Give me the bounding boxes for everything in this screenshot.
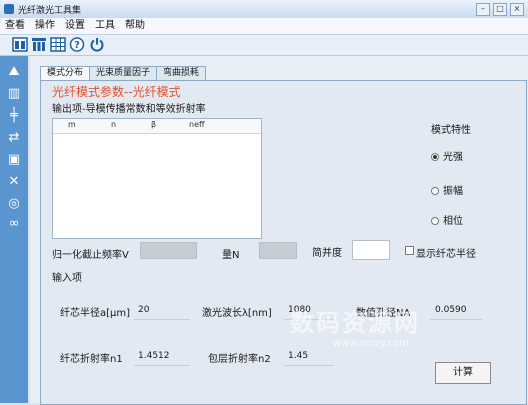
n1-input[interactable]: 1.4512 [138,351,170,361]
menu-tools[interactable]: 工具 [90,18,120,34]
section-subtitle: 输出项-导模传播常数和等效折射率 [52,104,206,115]
na-value: 0.0590 [435,305,467,315]
n2-label: 包层折射率n2 [208,354,271,365]
wavelength-label: 激光波长λ[nm] [202,308,272,319]
target-icon[interactable]: ◎ [5,196,23,212]
panel-icon[interactable] [12,37,28,52]
minimize-button[interactable]: – [476,3,490,16]
watermark-text: 数码资源网 [290,309,420,337]
cylinder-icon[interactable]: ▣ [5,152,23,168]
menu-help[interactable]: 帮助 [120,18,150,34]
radio-phase[interactable]: 相位 [431,212,463,227]
n-label: 量N [222,250,240,261]
mode-table[interactable]: m n β neff [52,118,262,239]
group-title: 模式特性 [431,125,471,136]
menu-operate[interactable]: 操作 [30,18,60,34]
arrows-icon[interactable]: ⇄ [5,130,23,146]
window-controls: – □ × [476,3,524,16]
core-radius-underline [134,319,190,320]
help-icon[interactable]: ? [69,37,85,52]
link-icon[interactable]: ∞ [5,216,23,232]
mountain-icon[interactable]: ⛰ [5,64,23,80]
tab-strip: 模式分布 光束质量因子 弯曲损耗 [40,66,207,82]
main-panel: 模式分布 光束质量因子 弯曲损耗 光纤模式参数--光纤模式 输出项-导模传播常数… [30,56,528,405]
maximize-button[interactable]: □ [493,3,507,16]
menu-view[interactable]: 查看 [0,18,30,34]
show-core-checkbox[interactable] [405,246,414,255]
v-value-field [140,242,197,259]
columns-icon[interactable] [31,37,47,52]
title-bar: 光纤激光工具集 – □ × [0,0,528,19]
left-icon-bar: ⛰ ▥ ╪ ⇄ ▣ ✕ ◎ ∞ [0,56,28,403]
help-glyph: ? [74,40,80,51]
n2-input[interactable]: 1.45 [288,351,308,361]
section-title: 光纤模式参数--光纤模式 [52,85,181,99]
n1-underline [134,365,190,366]
column-header-m: m [68,120,76,129]
core-radius-input[interactable]: 20 [138,305,149,315]
radio-label: 光强 [443,152,463,163]
watermark-url: www.smzy.com [333,338,410,349]
radio-label: 相位 [443,216,463,227]
inputs-title: 输入项 [52,273,82,284]
extra-value-field [352,240,390,260]
n-value-field [259,242,297,259]
app-icon [4,4,14,14]
radio-dot-icon [431,153,439,161]
table-header: m n β neff [53,119,261,134]
show-core-label: 显示纤芯半径 [416,249,476,260]
toolbar: ? [0,35,528,56]
n1-label: 纤芯折射率n1 [60,354,123,365]
radio-intensity[interactable]: 光强 [431,148,463,163]
core-radius-label: 纤芯半径a[μm] [60,308,131,319]
column-header-beta: β [151,120,157,129]
bars-icon[interactable]: ▥ [5,86,23,102]
window-title: 光纤激光工具集 [18,6,82,16]
close-button[interactable]: × [510,3,524,16]
tab-bend-loss[interactable]: 弯曲损耗 [156,66,207,81]
v-label: 归一化截止频率V [52,250,129,261]
na-underline [430,319,482,320]
tab-beam-quality[interactable]: 光束质量因子 [89,66,158,81]
lens-icon[interactable]: ╪ [5,108,23,124]
mode-characteristics-group: 模式特性 光强 振幅 相位 [419,116,509,236]
n2-underline [284,365,334,366]
column-header-n: n [111,120,117,129]
calculate-button[interactable]: 计算 [435,362,491,384]
cross-icon[interactable]: ✕ [5,174,23,190]
power-icon[interactable] [89,37,105,52]
menu-bar: 查看 操作 设置 工具 帮助 [0,18,528,35]
menu-settings[interactable]: 设置 [60,18,90,34]
radio-label: 振幅 [443,186,463,197]
radio-amplitude[interactable]: 振幅 [431,182,463,197]
radio-dot-icon [431,217,439,225]
column-header-neff: neff [189,120,205,129]
grid-icon[interactable] [50,37,66,52]
radio-dot-icon [431,187,439,195]
extra-label: 简并度 [312,248,342,259]
